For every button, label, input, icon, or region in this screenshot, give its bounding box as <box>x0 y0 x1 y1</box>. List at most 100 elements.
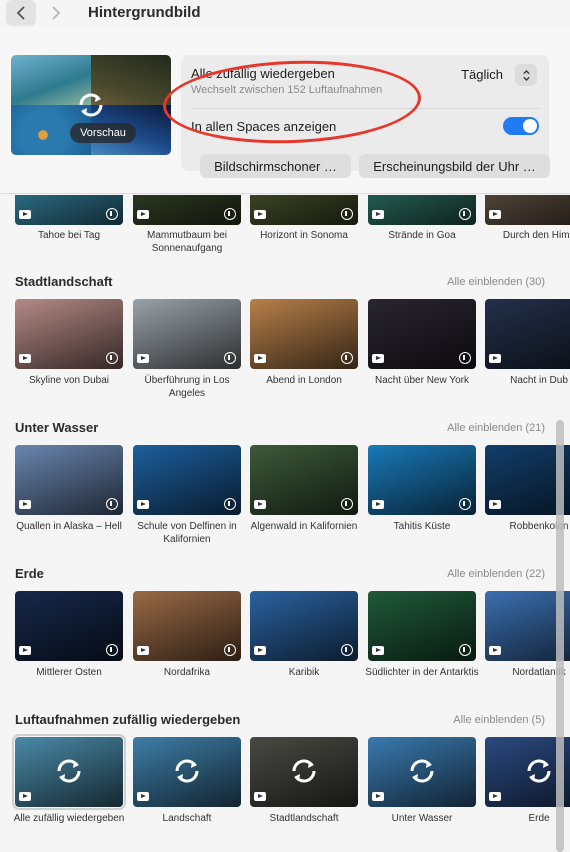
wallpaper-thumbnail[interactable] <box>12 734 126 810</box>
wallpaper-thumbnail[interactable] <box>368 737 476 807</box>
wallpaper-thumbnail[interactable] <box>368 299 476 369</box>
thumbnail-row: Tahoe bei Tag Mammutbaum bei Sonnenaufgan… <box>15 195 570 275</box>
wallpaper-thumbnail[interactable] <box>250 195 358 225</box>
thumbnail-caption: Abend in London <box>266 375 342 386</box>
wallpaper-thumbnail[interactable] <box>133 591 241 661</box>
thumbnail-caption: Überführung in Los Angeles <box>144 375 230 399</box>
shuffle-title: Alle zufällig wiedergeben <box>191 66 335 81</box>
clock-appearance-button[interactable]: Erscheinungsbild der Uhr … <box>359 154 550 178</box>
back-button[interactable] <box>6 0 36 26</box>
wallpaper-thumbnail[interactable] <box>250 591 358 661</box>
thumbnail-caption: Algenwald in Kalifornien <box>250 521 358 532</box>
wallpaper-thumbnail[interactable] <box>485 195 570 225</box>
show-all-link[interactable]: Alle einblenden (30) <box>447 276 545 288</box>
wallpaper-thumbnail[interactable] <box>133 299 241 369</box>
video-icon <box>372 792 384 801</box>
thumbnail-caption: Durch den Hima <box>502 230 570 241</box>
wallpaper-settings-window: Hintergrundbild Vorschau Alle zufällig w… <box>0 0 570 852</box>
video-icon <box>137 354 149 363</box>
wallpaper-gallery[interactable]: Tahoe bei Tag Mammutbaum bei Sonnenaufgan… <box>0 195 570 852</box>
download-icon[interactable] <box>106 498 118 510</box>
thumbnail-caption: Quallen in Alaska – Hell <box>16 521 122 532</box>
download-icon[interactable] <box>341 208 353 220</box>
wallpaper-thumbnail[interactable] <box>368 591 476 661</box>
screensaver-button[interactable]: Bildschirmschoner … <box>200 154 351 178</box>
video-icon <box>137 792 149 801</box>
show-all-link[interactable]: Alle einblenden (22) <box>447 568 545 580</box>
video-icon <box>489 210 501 219</box>
download-icon[interactable] <box>224 352 236 364</box>
video-icon <box>372 500 384 509</box>
frequency-popup-button[interactable] <box>515 64 537 86</box>
video-icon <box>372 354 384 363</box>
video-icon <box>137 500 149 509</box>
divider <box>191 108 539 109</box>
thumbnail-row: Skyline von Dubai Überführung in Los Ange… <box>15 299 570 399</box>
wallpaper-thumbnail[interactable] <box>133 737 241 807</box>
download-icon[interactable] <box>224 208 236 220</box>
wallpaper-thumbnail[interactable] <box>485 299 570 369</box>
thumbnail-caption: Mittlerer Osten <box>36 667 102 678</box>
download-icon[interactable] <box>459 498 471 510</box>
spaces-toggle[interactable] <box>503 117 539 135</box>
wallpaper-header-panel: Vorschau Alle zufällig wiedergeben Wechs… <box>0 28 570 194</box>
shuffle-subtitle: Wechselt zwischen 152 Luftaufnahmen <box>191 84 383 96</box>
download-icon[interactable] <box>106 352 118 364</box>
forward-button[interactable] <box>41 0 71 26</box>
thumbnail-row: Mittlerer Osten Nordafrika Karibik Südlicht… <box>15 591 570 678</box>
download-icon[interactable] <box>224 644 236 656</box>
download-icon[interactable] <box>341 498 353 510</box>
wallpaper-thumbnail[interactable] <box>133 195 241 225</box>
download-icon[interactable] <box>341 644 353 656</box>
video-icon <box>254 646 266 655</box>
wallpaper-thumbnail[interactable] <box>15 591 123 661</box>
wallpaper-thumbnail[interactable] <box>250 737 358 807</box>
video-icon <box>489 354 501 363</box>
video-icon <box>137 646 149 655</box>
section-title: Erde <box>15 566 44 581</box>
thumbnail-caption: Strände in Goa <box>388 230 456 241</box>
frequency-value[interactable]: Täglich <box>461 67 503 82</box>
wallpaper-thumbnail[interactable] <box>15 445 123 515</box>
wallpaper-thumbnail[interactable] <box>368 195 476 225</box>
video-icon <box>254 500 266 509</box>
chevron-left-icon <box>16 6 25 20</box>
shuffle-icon <box>292 759 316 783</box>
download-icon[interactable] <box>459 352 471 364</box>
shuffle-icon <box>410 759 434 783</box>
video-icon <box>254 210 266 219</box>
show-all-link[interactable]: Alle einblenden (5) <box>453 714 545 726</box>
wallpaper-thumbnail[interactable] <box>15 195 123 225</box>
wallpaper-thumbnail[interactable] <box>133 445 241 515</box>
video-icon <box>254 792 266 801</box>
thumbnail-row: Quallen in Alaska – Hell Schule von Delfi… <box>15 445 570 545</box>
thumbnail-caption: Alle zufällig wiedergeben <box>13 813 125 824</box>
wallpaper-thumbnail[interactable] <box>250 299 358 369</box>
download-icon[interactable] <box>341 352 353 364</box>
wallpaper-thumbnail[interactable] <box>368 445 476 515</box>
video-icon <box>137 210 149 219</box>
shuffle-icon <box>175 759 199 783</box>
wallpaper-thumbnail[interactable] <box>250 445 358 515</box>
section-title: Unter Wasser <box>15 420 99 435</box>
section-title: Luftaufnahmen zufällig wiedergeben <box>15 712 241 727</box>
download-icon[interactable] <box>459 208 471 220</box>
download-icon[interactable] <box>106 208 118 220</box>
thumbnail-caption: Tahitis Küste <box>393 521 451 532</box>
title-bar: Hintergrundbild <box>0 0 570 28</box>
thumbnail-caption: Nacht über New York <box>375 375 469 386</box>
thumbnail-caption: Skyline von Dubai <box>28 375 110 386</box>
show-all-link[interactable]: Alle einblenden (21) <box>447 422 545 434</box>
scrollbar[interactable] <box>556 420 564 852</box>
wallpaper-thumbnail[interactable] <box>15 299 123 369</box>
thumbnail-caption: Landschaft <box>162 813 212 824</box>
thumbnail-caption: Tahoe bei Tag <box>37 230 101 241</box>
download-icon[interactable] <box>106 644 118 656</box>
video-icon <box>372 646 384 655</box>
shuffle-icon <box>79 93 103 117</box>
wallpaper-preview[interactable]: Vorschau <box>11 55 171 155</box>
video-icon <box>19 792 31 801</box>
download-icon[interactable] <box>224 498 236 510</box>
download-icon[interactable] <box>459 644 471 656</box>
video-icon <box>489 792 501 801</box>
